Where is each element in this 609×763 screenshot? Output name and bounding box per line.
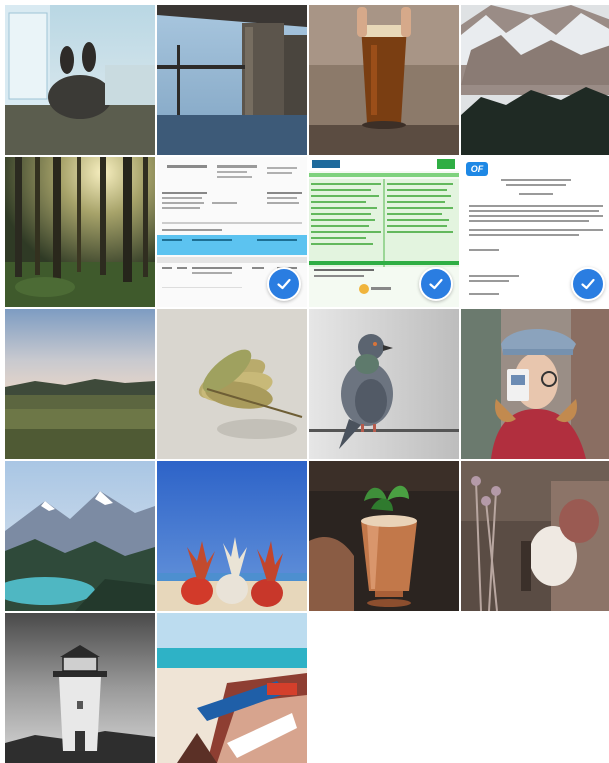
lighthouse-image bbox=[5, 613, 155, 763]
photo-pigeon[interactable] bbox=[309, 309, 459, 459]
selected-checkmark-icon[interactable] bbox=[419, 267, 453, 301]
photo-mountain-lake[interactable] bbox=[5, 461, 155, 611]
photo-document-invoice[interactable] bbox=[157, 157, 307, 307]
bridge-image bbox=[157, 5, 307, 155]
photo-snowy-mountains[interactable] bbox=[461, 5, 609, 155]
dried-flowers-image bbox=[461, 461, 609, 611]
photo-document-tax-form[interactable] bbox=[309, 157, 459, 307]
photo-copper-cocktail[interactable] bbox=[309, 461, 459, 611]
photo-dry-leaves[interactable] bbox=[157, 309, 307, 459]
photo-document-letter[interactable]: OF bbox=[461, 157, 609, 307]
photo-beach-boats[interactable] bbox=[157, 613, 307, 763]
photo-dried-flowers[interactable] bbox=[461, 461, 609, 611]
copper-cocktail-image bbox=[309, 461, 459, 611]
field-landscape-image bbox=[5, 309, 155, 459]
selected-checkmark-icon[interactable] bbox=[267, 267, 301, 301]
photo-feet-relaxing[interactable] bbox=[5, 5, 155, 155]
woman-with-card-image bbox=[461, 309, 609, 459]
forest-sunlight-image bbox=[5, 157, 155, 307]
photo-beer-glass[interactable] bbox=[309, 5, 459, 155]
dry-leaves-image bbox=[157, 309, 307, 459]
pigeon-image bbox=[309, 309, 459, 459]
beer-glass-image bbox=[309, 5, 459, 155]
beach-boats-image bbox=[157, 613, 307, 763]
photo-forest-sunlight[interactable] bbox=[5, 157, 155, 307]
mountain-lake-image bbox=[5, 461, 155, 611]
photo-field-landscape[interactable] bbox=[5, 309, 155, 459]
selected-checkmark-icon[interactable] bbox=[571, 267, 605, 301]
snowy-mountains-image bbox=[461, 5, 609, 155]
photo-bridge[interactable] bbox=[157, 5, 307, 155]
feet-relaxing-image bbox=[5, 5, 155, 155]
photo-woman-with-card[interactable] bbox=[461, 309, 609, 459]
photo-pineapples[interactable] bbox=[157, 461, 307, 611]
document-logo: OF bbox=[466, 162, 488, 176]
photo-lighthouse[interactable] bbox=[5, 613, 155, 763]
pineapples-image bbox=[157, 461, 307, 611]
photo-grid: OF bbox=[5, 5, 609, 763]
